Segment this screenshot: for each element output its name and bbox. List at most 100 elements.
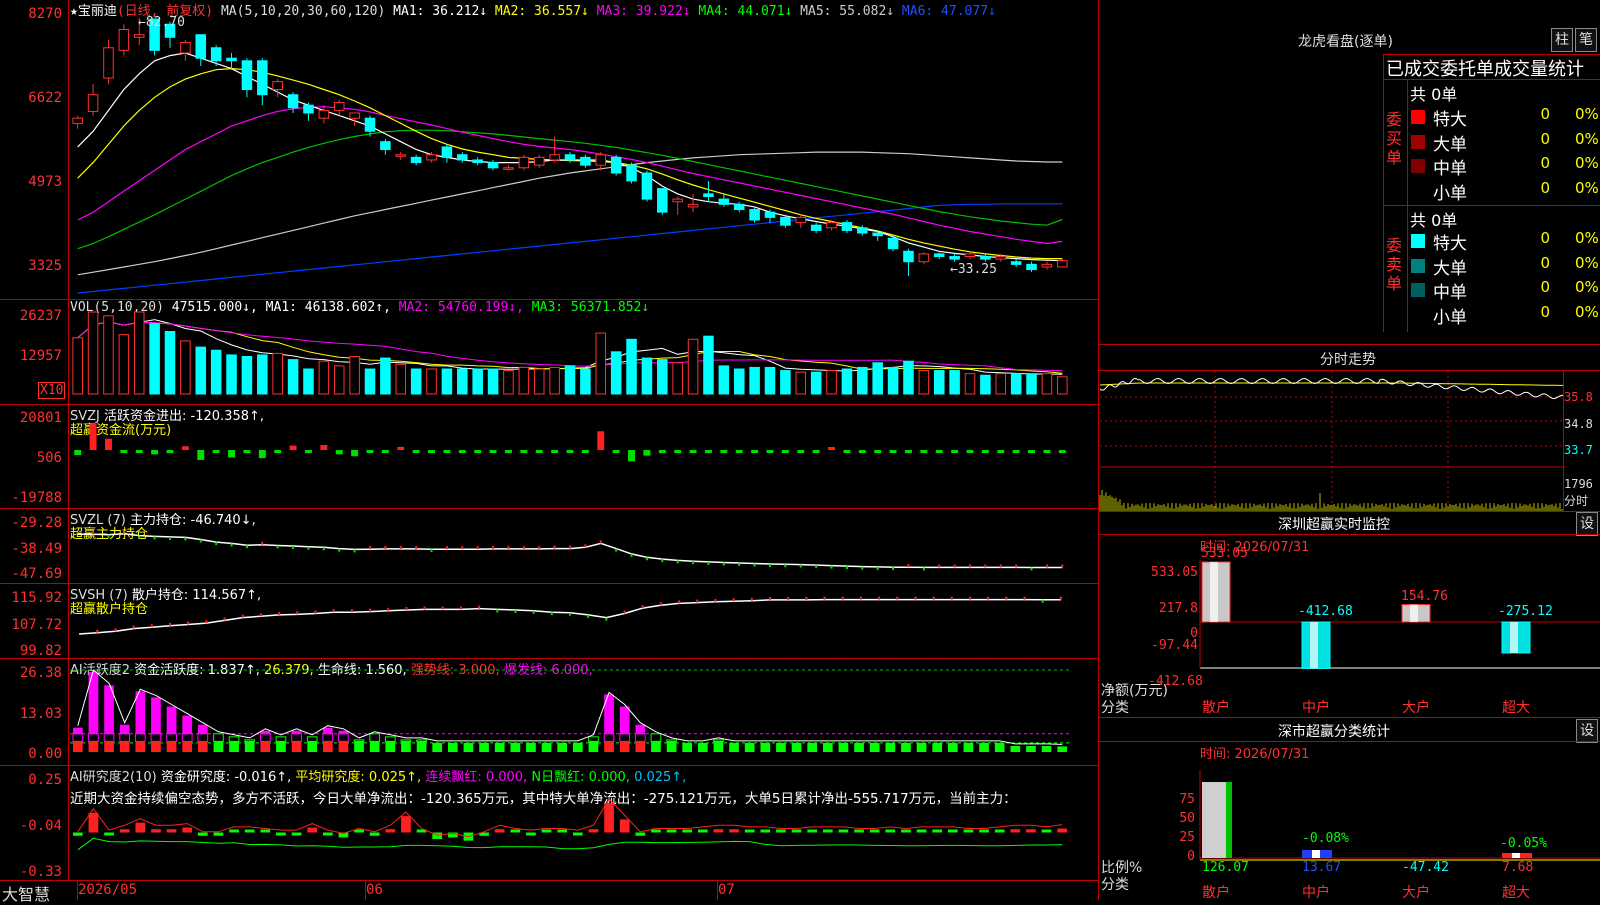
ai1-base-bar — [369, 741, 380, 752]
xaxis-tick-0 — [77, 880, 78, 900]
candle-body — [380, 141, 391, 151]
ai1-base-bar — [760, 742, 771, 752]
vol-bar — [780, 370, 791, 395]
ai1-burst-bar — [635, 724, 646, 734]
cls-bar-shine — [1512, 853, 1520, 858]
buy-total: 共 0单 — [1410, 85, 1458, 104]
ai1-burst-bar — [151, 697, 161, 734]
ai2-bar — [1010, 829, 1021, 833]
svzj-bar — [181, 446, 189, 450]
sell-side-label: 委卖单 — [1386, 236, 1403, 293]
svzj-ytick-2: -19788 — [11, 490, 62, 506]
ai2-bar — [776, 829, 786, 833]
cls-time: 时间: 2026/07/31 — [1200, 747, 1310, 762]
candle-body — [549, 154, 560, 161]
ai1-mid-bar — [275, 736, 287, 742]
ai1-mid-bar — [291, 733, 302, 742]
vol-bar — [380, 357, 391, 395]
candle-body — [257, 60, 268, 96]
ai2-bar — [510, 829, 521, 833]
ai1-mid-bar — [72, 733, 84, 742]
ai1-mid-bar — [197, 733, 209, 742]
order-row-label: 大单 — [1433, 134, 1467, 155]
ai1-base-bar — [197, 741, 208, 752]
main-ma20-line — [77, 106, 1063, 245]
ai2-bar — [572, 832, 583, 836]
ai1-mid-bar — [88, 733, 99, 742]
ai2-bar — [494, 829, 505, 833]
ai2-ytick-0: 0.25 — [28, 772, 62, 788]
intraday-chart[interactable] — [1099, 371, 1565, 511]
candle-body — [657, 188, 668, 213]
candle-body — [349, 112, 360, 119]
cls-settings-button[interactable]: 设 — [1576, 719, 1598, 743]
svzj-bar — [120, 450, 128, 453]
ai1-base-bar — [822, 742, 833, 752]
ai1-mid-bar — [181, 733, 193, 742]
candle-body — [580, 156, 591, 166]
cls-bar — [1502, 853, 1532, 858]
ai1-base-bar — [838, 742, 849, 752]
candlestick-chart[interactable] — [70, 18, 1100, 298]
ai1-base-bar — [463, 742, 474, 752]
ai2-bar — [151, 829, 161, 833]
cls-category-label: 散户 — [1202, 885, 1230, 901]
ai1-base-bar — [135, 741, 146, 752]
fs-title: 分时走势 — [1320, 352, 1376, 368]
svzj-bar — [89, 424, 97, 450]
ai1-burst-bar — [197, 724, 208, 734]
ai2-bar — [182, 827, 193, 833]
ai1-base-bar — [385, 741, 396, 752]
ai1-base-bar — [1041, 745, 1052, 752]
tick-mode-button[interactable]: 笔 — [1575, 28, 1597, 52]
bar-mode-button[interactable]: 柱 — [1551, 28, 1573, 52]
candle-body — [503, 167, 514, 170]
ma4-value: MA4: 44.071↓ — [698, 4, 793, 19]
sz-bar-value: -412.68 — [1298, 604, 1353, 619]
ai2-bar — [901, 829, 911, 833]
vol-bar — [980, 374, 991, 395]
ai1-base-bar — [182, 741, 193, 752]
sz-monitor-chart — [1199, 560, 1600, 669]
svzj-bar — [228, 450, 235, 458]
vol-bar — [887, 366, 899, 395]
ai1-mid-bar — [166, 733, 177, 742]
ai2-bar — [979, 829, 989, 833]
ai1-ytick-2: 0.00 — [28, 746, 62, 762]
candle-body — [87, 94, 99, 112]
candle-body — [826, 222, 837, 229]
order-row-label: 特大 — [1433, 234, 1467, 254]
ai2-bar — [291, 832, 302, 836]
ai2-bar — [1057, 828, 1068, 833]
brand-logo[interactable]: 大智慧 — [2, 881, 50, 905]
ma5-value: MA5: 55.082↓ — [800, 4, 895, 19]
candle-body — [1041, 263, 1053, 268]
ai2-ytick-1: -0.04 — [19, 818, 62, 834]
ai1-base-bar — [588, 741, 599, 752]
sz-ytick-0: 533.05 — [1151, 565, 1198, 580]
ai1-burst-bar — [119, 724, 130, 734]
ai1-base-bar — [213, 741, 224, 752]
vol-scale-box[interactable]: X10 — [38, 382, 66, 399]
vol-bar — [257, 354, 268, 395]
ai2-bar — [791, 829, 802, 833]
ai2-ytick-2: -0.33 — [19, 864, 62, 880]
sz-bar-shine — [1510, 622, 1518, 653]
vol-bar — [241, 355, 253, 395]
ai2-avg-line — [77, 837, 1063, 851]
ai1-base-bar — [1026, 745, 1036, 752]
sz-settings-button[interactable]: 设 — [1576, 512, 1598, 536]
ai1-mid-bar — [384, 736, 396, 742]
vol-bar — [672, 362, 683, 395]
candle-body — [303, 104, 314, 114]
svzj-bar — [551, 450, 559, 453]
ai1-activity-line — [77, 669, 1063, 745]
stock-title[interactable]: ★宝丽迪 — [70, 4, 117, 19]
candle-body — [626, 164, 637, 182]
ai2-header: AI研究度2(10) 资金研究度: -0.016↑, 平均研究度: 0.025↑… — [70, 766, 686, 785]
svzj-bar — [751, 450, 759, 453]
ai1-mid-bar — [338, 733, 349, 742]
candle-body — [210, 47, 222, 62]
candle-body — [964, 253, 976, 258]
right-sec4-hline — [1099, 717, 1600, 718]
